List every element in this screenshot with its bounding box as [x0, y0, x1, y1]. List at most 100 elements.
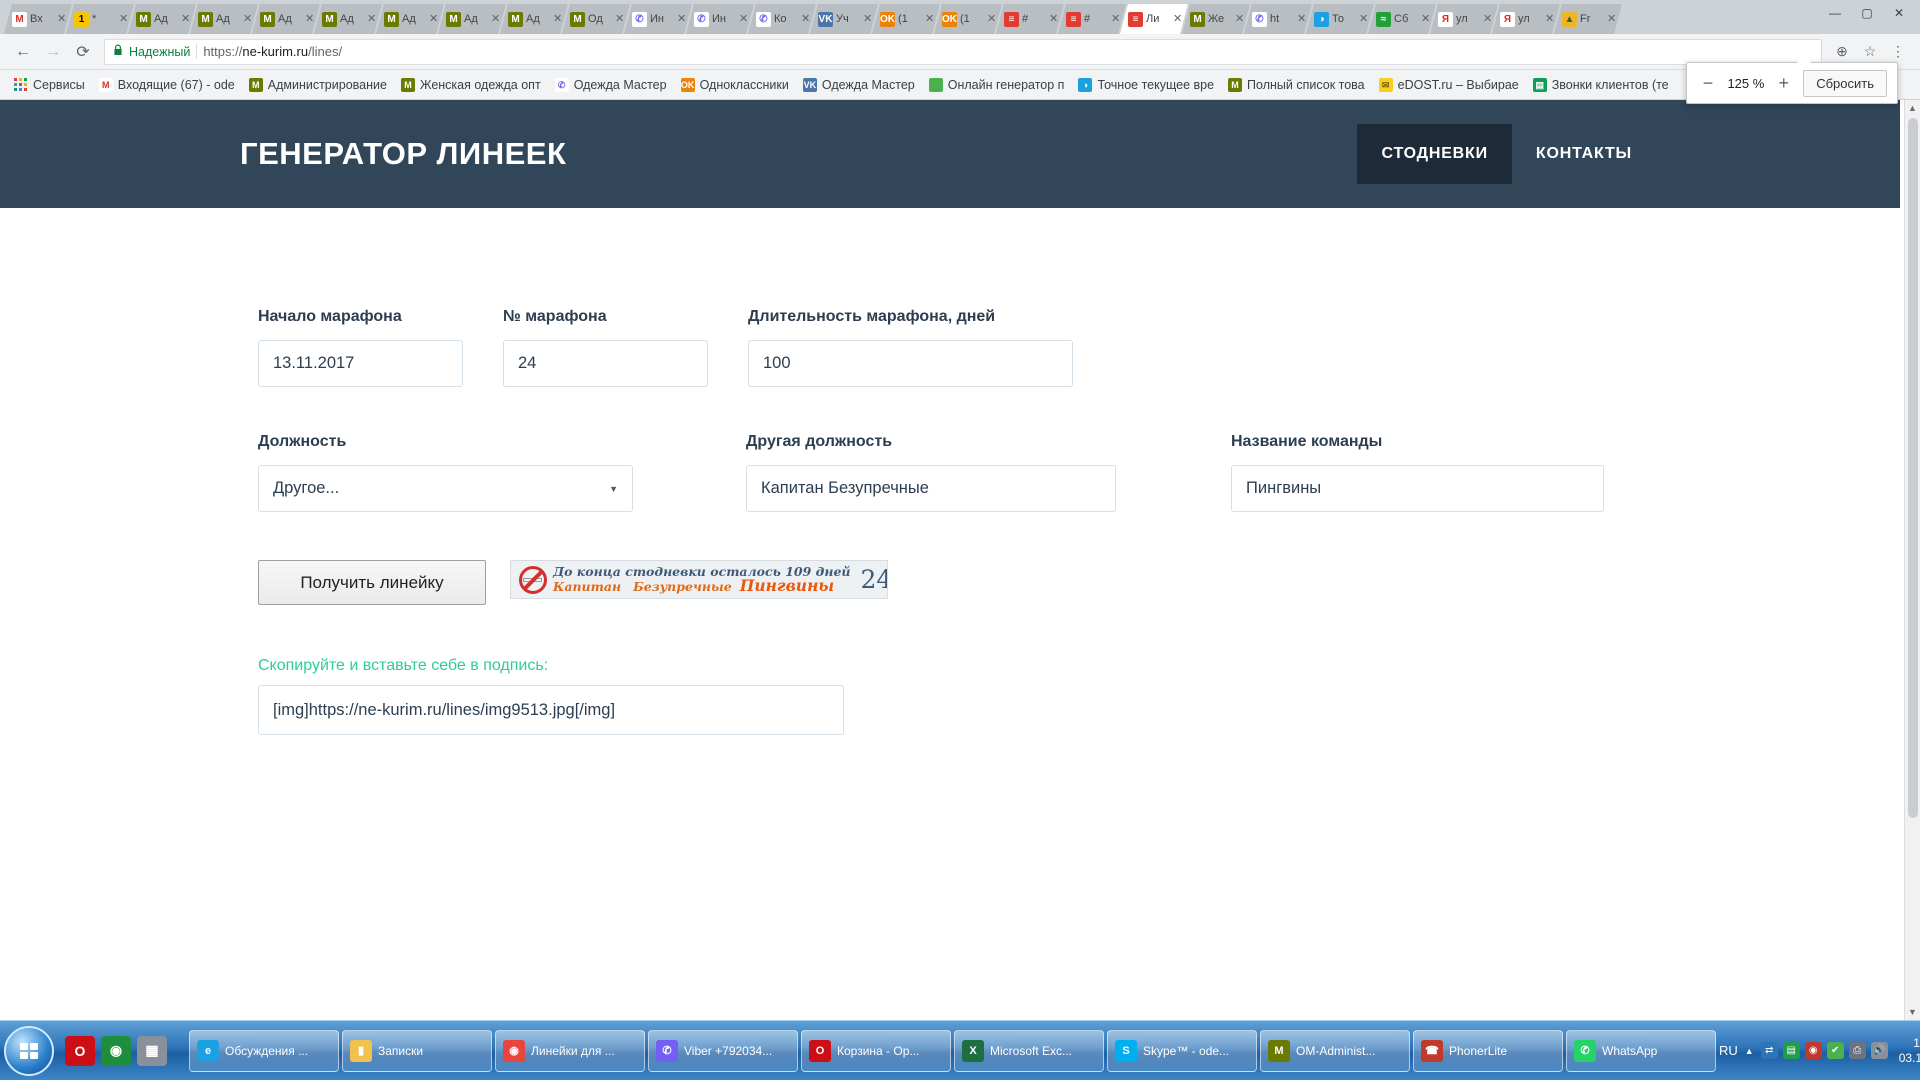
tab-close-icon[interactable]: ✕: [677, 14, 687, 24]
browser-tab[interactable]: ≡#✕: [1058, 4, 1126, 34]
maximize-button[interactable]: ▢: [1852, 3, 1882, 23]
tab-close-icon[interactable]: ✕: [429, 14, 439, 24]
tab-close-icon[interactable]: ✕: [1359, 14, 1369, 24]
tab-close-icon[interactable]: ✕: [243, 14, 253, 24]
tab-close-icon[interactable]: ✕: [1421, 14, 1431, 24]
taskbar-item[interactable]: ☎PhonerLite: [1413, 1030, 1563, 1072]
bookmark-item[interactable]: ▤Звонки клиентов (те: [1527, 76, 1675, 94]
tab-close-icon[interactable]: ✕: [119, 14, 129, 24]
browser-tab[interactable]: MАд✕: [252, 4, 320, 34]
input-team-name[interactable]: Пингвины: [1231, 465, 1604, 512]
scroll-up-icon[interactable]: ▲: [1908, 100, 1917, 116]
browser-tab[interactable]: Яул✕: [1492, 4, 1560, 34]
bookmark-item[interactable]: ✉eDOST.ru – Выбирае: [1373, 76, 1525, 94]
language-indicator[interactable]: RU: [1719, 1043, 1738, 1058]
bookmark-item[interactable]: MАдминистрирование: [243, 76, 393, 94]
scrollbar-thumb[interactable]: [1908, 118, 1918, 818]
zoom-reset-button[interactable]: Сбросить: [1803, 70, 1887, 97]
bookmark-item[interactable]: Сервисы: [8, 76, 91, 94]
tab-close-icon[interactable]: ✕: [925, 14, 935, 24]
browser-tab[interactable]: 1*✕: [66, 4, 134, 34]
tab-close-icon[interactable]: ✕: [987, 14, 997, 24]
browser-tab[interactable]: Яул✕: [1430, 4, 1498, 34]
tray-expand-icon[interactable]: ▲: [1745, 1043, 1754, 1059]
browser-tab[interactable]: ◑То✕: [1306, 4, 1374, 34]
address-bar[interactable]: Надежный https://ne-kurim.ru/lines/: [104, 39, 1822, 65]
tab-close-icon[interactable]: ✕: [1235, 14, 1245, 24]
get-line-button[interactable]: Получить линейку: [258, 560, 486, 605]
copy-bbcode-input[interactable]: [img]https://ne-kurim.ru/lines/img9513.j…: [258, 685, 844, 735]
tab-close-icon[interactable]: ✕: [863, 14, 873, 24]
browser-tab[interactable]: ≡Ли✕: [1120, 4, 1188, 34]
calculator-icon[interactable]: ▦: [137, 1036, 167, 1066]
browser-tab[interactable]: MВх✕: [4, 4, 72, 34]
taskbar-item[interactable]: ✆WhatsApp: [1566, 1030, 1716, 1072]
bookmark-item[interactable]: ◑Точное текущее вре: [1072, 76, 1220, 94]
bookmark-item[interactable]: OKОдноклассники: [675, 76, 795, 94]
tab-close-icon[interactable]: ✕: [305, 14, 315, 24]
dropbox-icon[interactable]: ▤: [1783, 1042, 1800, 1059]
zoom-indicator-icon[interactable]: ⊕: [1830, 40, 1854, 64]
tab-close-icon[interactable]: ✕: [1111, 14, 1121, 24]
bookmark-item[interactable]: ✆Одежда Мастер: [549, 76, 673, 94]
taskbar-item[interactable]: MOM-Administ...: [1260, 1030, 1410, 1072]
scroll-down-icon[interactable]: ▼: [1908, 1004, 1917, 1020]
browser-tab[interactable]: MАд✕: [128, 4, 196, 34]
browser-tab[interactable]: OK(1✕: [934, 4, 1002, 34]
zoom-out-button[interactable]: −: [1697, 73, 1719, 94]
antivirus-icon[interactable]: ◉: [1805, 1042, 1822, 1059]
nav-item-stodnevki[interactable]: СТОДНЕВКИ: [1357, 124, 1511, 184]
tab-close-icon[interactable]: ✕: [57, 14, 67, 24]
bookmark-item[interactable]: MЖенская одежда опт: [395, 76, 547, 94]
printer-icon[interactable]: ⎙: [1849, 1042, 1866, 1059]
tab-close-icon[interactable]: ✕: [1297, 14, 1307, 24]
input-other-role[interactable]: Капитан Безупречные: [746, 465, 1116, 512]
tab-close-icon[interactable]: ✕: [615, 14, 625, 24]
back-icon[interactable]: ←: [10, 39, 36, 65]
browser-tab[interactable]: MЖе✕: [1182, 4, 1250, 34]
forward-icon[interactable]: →: [40, 39, 66, 65]
chrome-icon[interactable]: ◉: [101, 1036, 131, 1066]
taskbar-item[interactable]: OКорзина - Op...: [801, 1030, 951, 1072]
tab-close-icon[interactable]: ✕: [553, 14, 563, 24]
bookmark-item[interactable]: VKОдежда Мастер: [797, 76, 921, 94]
reload-icon[interactable]: ⟳: [70, 39, 96, 65]
select-role[interactable]: Другое... ▼: [258, 465, 633, 512]
nav-item-kontakty[interactable]: КОНТАКТЫ: [1512, 124, 1656, 184]
bookmark-item[interactable]: Онлайн генератор п: [923, 76, 1071, 94]
tab-close-icon[interactable]: ✕: [1545, 14, 1555, 24]
close-window-button[interactable]: ✕: [1884, 3, 1914, 23]
tab-close-icon[interactable]: ✕: [1173, 14, 1183, 24]
taskbar-item[interactable]: ▮Записки: [342, 1030, 492, 1072]
browser-tab[interactable]: MАд✕: [314, 4, 382, 34]
opera-icon[interactable]: O: [65, 1036, 95, 1066]
tab-close-icon[interactable]: ✕: [1483, 14, 1493, 24]
taskbar-item[interactable]: SSkype™ - ode...: [1107, 1030, 1257, 1072]
volume-icon[interactable]: 🔊: [1871, 1042, 1888, 1059]
browser-tab[interactable]: VKУч✕: [810, 4, 878, 34]
bookmark-item[interactable]: MПолный список това: [1222, 76, 1371, 94]
taskbar-clock[interactable]: 16:53 03.11.2017: [1895, 1036, 1920, 1066]
bookmark-item[interactable]: MВходящие (67) - ode: [93, 76, 241, 94]
browser-tab[interactable]: ✆Ин✕: [624, 4, 692, 34]
network-icon[interactable]: ⇄: [1761, 1042, 1778, 1059]
taskbar-item[interactable]: ✆Viber +792034...: [648, 1030, 798, 1072]
tab-close-icon[interactable]: ✕: [1607, 14, 1617, 24]
tab-close-icon[interactable]: ✕: [1049, 14, 1059, 24]
browser-tab[interactable]: ≈Сб✕: [1368, 4, 1436, 34]
browser-tab[interactable]: ▲Fr✕: [1554, 4, 1622, 34]
zoom-in-button[interactable]: +: [1773, 73, 1795, 94]
tab-close-icon[interactable]: ✕: [491, 14, 501, 24]
browser-tab[interactable]: OK(1✕: [872, 4, 940, 34]
browser-tab[interactable]: MАд✕: [190, 4, 258, 34]
tab-close-icon[interactable]: ✕: [367, 14, 377, 24]
input-start-date[interactable]: 13.11.2017: [258, 340, 463, 387]
tab-close-icon[interactable]: ✕: [181, 14, 191, 24]
start-button[interactable]: [4, 1026, 54, 1076]
chrome-menu-icon[interactable]: ⋮: [1886, 40, 1910, 64]
minimize-button[interactable]: —: [1820, 3, 1850, 23]
taskbar-item[interactable]: XMicrosoft Exc...: [954, 1030, 1104, 1072]
browser-tab[interactable]: MАд✕: [438, 4, 506, 34]
browser-tab[interactable]: ✆ht✕: [1244, 4, 1312, 34]
browser-tab[interactable]: ✆Ин✕: [686, 4, 754, 34]
